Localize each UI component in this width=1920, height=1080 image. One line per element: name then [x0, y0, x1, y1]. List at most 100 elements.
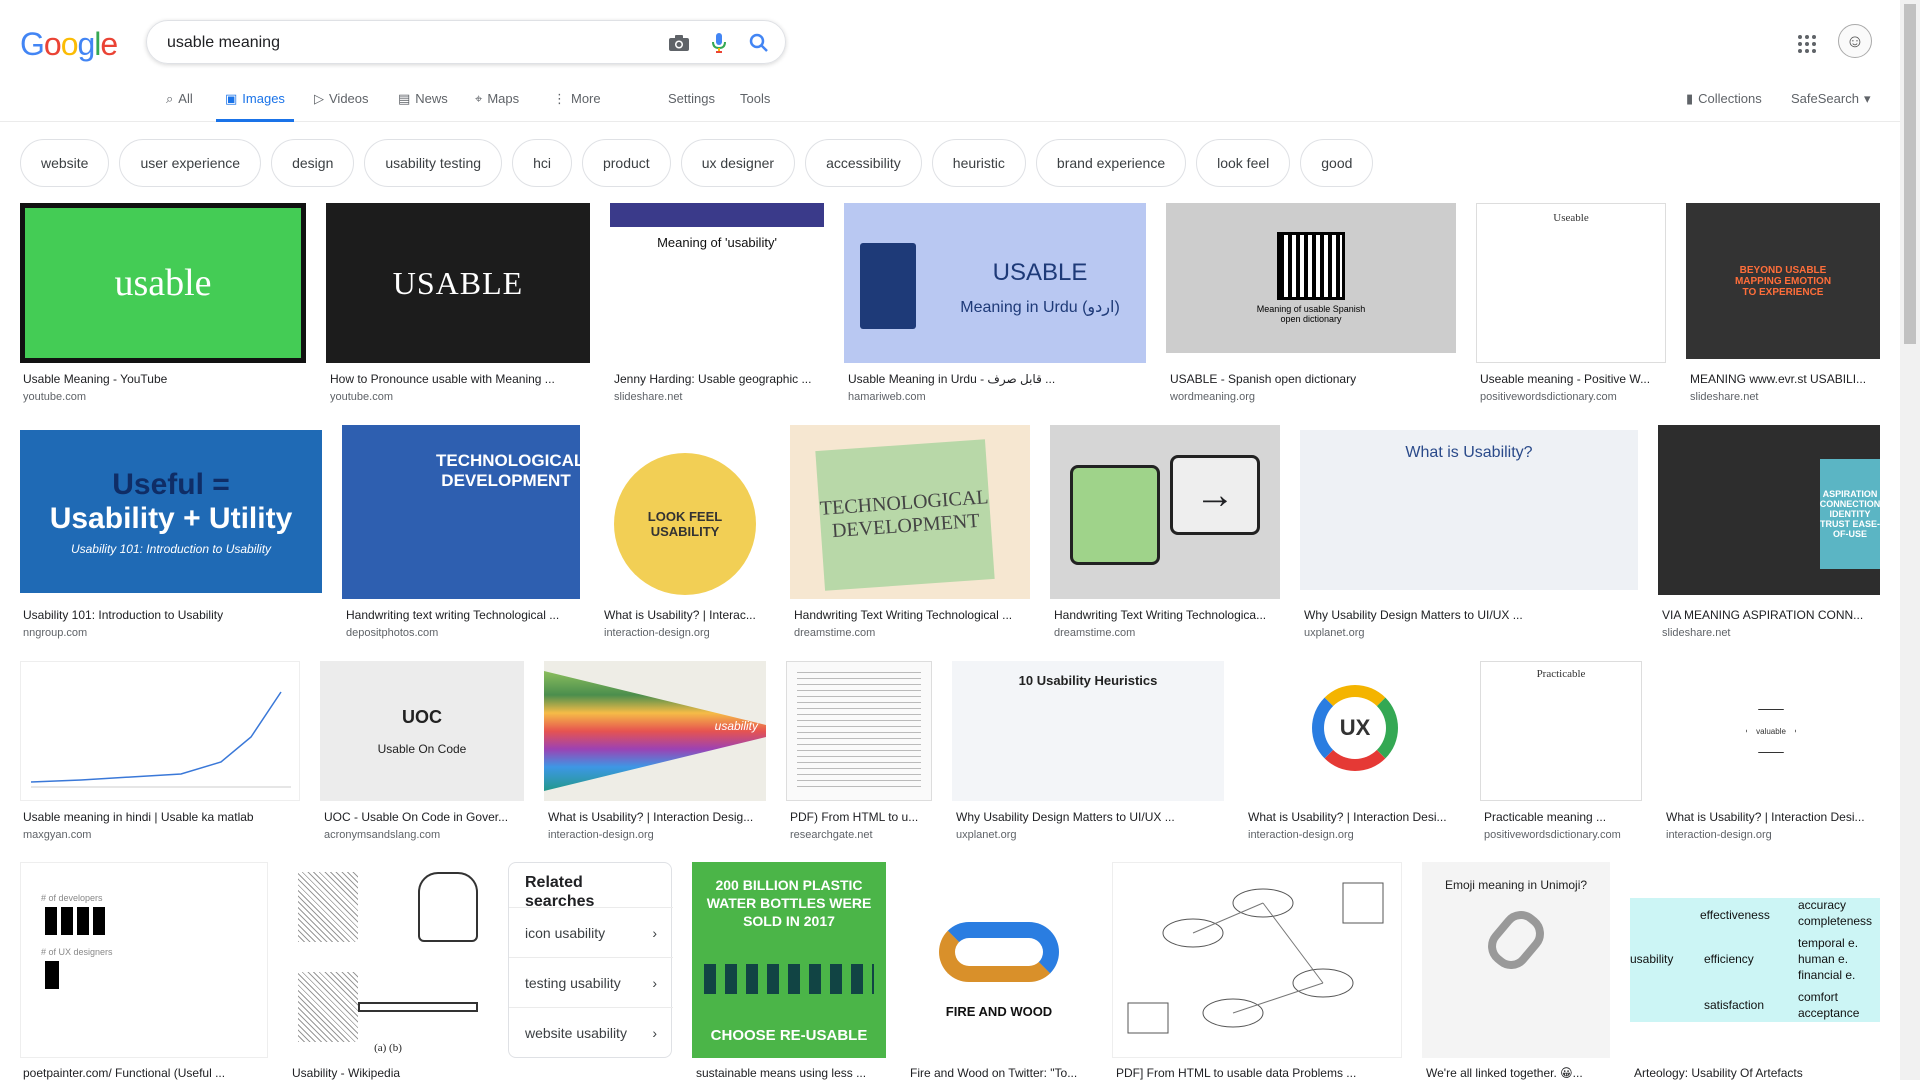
result-title[interactable]: What is Usability? | Interac...: [604, 608, 768, 622]
camera-icon[interactable]: [667, 31, 691, 55]
result-title[interactable]: Why Usability Design Matters to UI/UX ..…: [1304, 608, 1634, 622]
scrollbar[interactable]: [1900, 0, 1920, 1080]
result-source[interactable]: slideshare.net: [614, 391, 822, 403]
related-search-item[interactable]: icon usability ›: [509, 907, 673, 957]
scrollbar-thumb[interactable]: [1904, 4, 1916, 344]
tab-news[interactable]: ▤ News: [398, 88, 448, 122]
search-icon[interactable]: [747, 31, 771, 55]
google-logo[interactable]: Google: [20, 26, 118, 63]
collections-link[interactable]: ▮ Collections: [1686, 88, 1762, 122]
chip[interactable]: heuristic: [931, 139, 1026, 187]
result-image[interactable]: BEYOND USABLE MAPPING EMOTION TO EXPERIE…: [1686, 203, 1880, 359]
result-image[interactable]: Meaning of 'usability': [610, 203, 824, 363]
result-source[interactable]: slideshare.net: [1690, 391, 1880, 403]
related-search-item[interactable]: testing usability ›: [509, 957, 673, 1007]
result-source[interactable]: dreamstime.com: [1054, 627, 1278, 639]
result-title[interactable]: Why Usability Design Matters to UI/UX ..…: [956, 810, 1222, 824]
result-title[interactable]: Handwriting Text Writing Technologica...: [1054, 608, 1278, 622]
result-image[interactable]: usable: [20, 203, 306, 363]
result-title[interactable]: Practicable meaning ...: [1484, 810, 1642, 824]
search-input[interactable]: [167, 31, 637, 55]
result-image[interactable]: UOC Usable On Code: [320, 661, 524, 801]
result-source[interactable]: slideshare.net: [1662, 627, 1880, 639]
result-source[interactable]: maxgyan.com: [23, 829, 299, 841]
result-image[interactable]: [1112, 862, 1402, 1058]
result-source[interactable]: nngroup.com: [23, 627, 319, 639]
result-title[interactable]: UOC - Usable On Code in Gover...: [324, 810, 524, 824]
chip[interactable]: usability testing: [364, 139, 503, 187]
result-title[interactable]: What is Usability? | Interaction Desig..…: [548, 810, 764, 824]
result-image[interactable]: (a) (b): [288, 862, 488, 1058]
tools-link[interactable]: Tools: [740, 88, 770, 122]
chip[interactable]: website: [20, 139, 110, 187]
result-title[interactable]: USABLE - Spanish open dictionary: [1170, 372, 1454, 386]
avatar[interactable]: ☺: [1838, 24, 1872, 58]
result-title[interactable]: Usable meaning in hindi | Usable ka matl…: [23, 810, 299, 824]
result-image[interactable]: FIRE AND WOOD: [906, 862, 1092, 1058]
result-source[interactable]: youtube.com: [330, 391, 588, 403]
result-image[interactable]: valuable: [1662, 661, 1880, 801]
chip[interactable]: user experience: [119, 139, 262, 187]
result-image[interactable]: ASPIRATION CONNECTION IDENTITY TRUST EAS…: [1658, 425, 1880, 595]
result-title[interactable]: Arteology: Usability Of Artefacts: [1634, 1066, 1880, 1080]
result-title[interactable]: Jenny Harding: Usable geographic ...: [614, 372, 822, 386]
result-image[interactable]: usability effectiveness efficiency satis…: [1630, 862, 1880, 1058]
result-title[interactable]: VIA MEANING ASPIRATION CONN...: [1662, 608, 1880, 622]
tab-videos[interactable]: ▷ Videos: [314, 88, 369, 122]
result-source[interactable]: interaction-design.org: [548, 829, 764, 841]
result-image[interactable]: Emoji meaning in Unimoji?: [1422, 862, 1610, 1058]
result-image[interactable]: USABLE: [326, 203, 590, 363]
tab-maps[interactable]: ⌖ Maps: [475, 88, 519, 122]
tab-more[interactable]: ⋮ More: [553, 88, 601, 122]
settings-link[interactable]: Settings: [668, 88, 715, 122]
chip[interactable]: hci: [512, 139, 572, 187]
safesearch-dropdown[interactable]: SafeSearch ▾: [1791, 88, 1870, 122]
result-image[interactable]: TECHNOLOGICAL DEVELOPMENT: [342, 425, 580, 599]
result-image[interactable]: Meaning of usable Spanish open dictionar…: [1166, 203, 1456, 353]
result-source[interactable]: wordmeaning.org: [1170, 391, 1454, 403]
result-image[interactable]: Useable: [1476, 203, 1666, 363]
result-image[interactable]: USABLE Meaning in Urdu (اردو): [844, 203, 1146, 363]
chip[interactable]: product: [581, 139, 671, 187]
result-source[interactable]: youtube.com: [23, 391, 303, 403]
tab-images[interactable]: ▣ Images: [216, 88, 294, 122]
result-source[interactable]: hamariweb.com: [848, 391, 1144, 403]
result-title[interactable]: We're all linked together. 😀...: [1426, 1066, 1610, 1080]
result-image[interactable]: LOOK FEEL USABILITY: [600, 425, 770, 599]
result-source[interactable]: uxplanet.org: [956, 829, 1222, 841]
result-image[interactable]: Practicable: [1480, 661, 1642, 801]
result-image[interactable]: 200 BILLION PLASTIC WATER BOTTLES WERE S…: [692, 862, 886, 1058]
microphone-icon[interactable]: [707, 31, 731, 55]
chip[interactable]: ux designer: [680, 139, 796, 187]
result-title[interactable]: PDF] From HTML to usable data Problems .…: [1116, 1066, 1402, 1080]
result-title[interactable]: Usable Meaning - YouTube: [23, 372, 303, 386]
result-source[interactable]: positivewordsdictionary.com: [1484, 829, 1642, 841]
result-image[interactable]: UX: [1244, 661, 1460, 801]
result-source[interactable]: interaction-design.org: [1248, 829, 1458, 841]
result-image[interactable]: What is Usability?: [1300, 430, 1638, 590]
result-image[interactable]: 10 Usability Heuristics: [952, 661, 1224, 801]
result-title[interactable]: What is Usability? | Interaction Desi...: [1248, 810, 1458, 824]
result-title[interactable]: PDF) From HTML to u...: [790, 810, 932, 824]
chip[interactable]: accessibility: [805, 139, 922, 187]
result-source[interactable]: researchgate.net: [790, 829, 932, 841]
result-title[interactable]: sustainable means using less ...: [696, 1066, 886, 1080]
result-image[interactable]: [786, 661, 932, 801]
related-search-item[interactable]: website usability ›: [509, 1007, 673, 1057]
result-image[interactable]: TECHNOLOGICAL DEVELOPMENT: [790, 425, 1030, 599]
result-source[interactable]: dreamstime.com: [794, 627, 1028, 639]
result-source[interactable]: depositphotos.com: [346, 627, 578, 639]
result-title[interactable]: Handwriting Text Writing Technological .…: [794, 608, 1028, 622]
result-image[interactable]: Useful = Usability + Utility Usability 1…: [20, 430, 322, 593]
result-source[interactable]: interaction-design.org: [604, 627, 768, 639]
chip[interactable]: look feel: [1196, 139, 1291, 187]
result-source[interactable]: interaction-design.org: [1666, 829, 1880, 841]
result-title[interactable]: MEANING www.evr.st USABILI...: [1690, 372, 1880, 386]
tab-all[interactable]: ⌕ All: [166, 88, 193, 122]
result-source[interactable]: positivewordsdictionary.com: [1480, 391, 1666, 403]
result-image[interactable]: [20, 661, 300, 801]
result-image[interactable]: # of developers # of UX designers: [20, 862, 268, 1058]
result-source[interactable]: uxplanet.org: [1304, 627, 1634, 639]
result-title[interactable]: poetpainter.com/ Functional (Useful ...: [23, 1066, 267, 1080]
result-title[interactable]: Handwriting text writing Technological .…: [346, 608, 578, 622]
